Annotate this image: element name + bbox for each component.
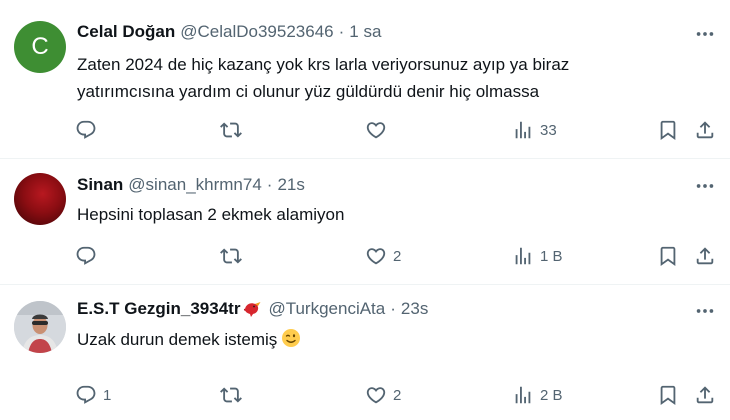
action-bar: 2 1 B bbox=[0, 243, 730, 269]
separator-dot: · bbox=[338, 22, 345, 41]
avatar[interactable] bbox=[14, 301, 66, 353]
tweet-text: Zaten 2024 de hiç kazanç yok krs larla v… bbox=[77, 51, 687, 105]
reply-icon bbox=[75, 119, 97, 141]
user-handle[interactable]: @TurkgenciAta bbox=[268, 298, 385, 320]
bookmark-icon bbox=[657, 384, 679, 406]
bookmark-icon bbox=[657, 245, 679, 267]
display-name[interactable]: E.S.T Gezgin_3934tr bbox=[77, 298, 240, 320]
tweet-text-line: Zaten 2024 de hiç kazanç yok krs larla v… bbox=[77, 55, 570, 74]
more-icon[interactable] bbox=[694, 175, 716, 197]
views-icon bbox=[512, 119, 534, 141]
bookmark-icon bbox=[657, 119, 679, 141]
more-icon[interactable] bbox=[694, 300, 716, 322]
timestamp[interactable]: 23s bbox=[401, 298, 428, 320]
user-handle[interactable]: @CelalDo39523646 bbox=[180, 21, 333, 43]
winking-face-emoji-icon bbox=[281, 328, 301, 348]
bird-emoji-icon bbox=[243, 300, 263, 318]
views-count: 33 bbox=[540, 121, 557, 139]
views-icon bbox=[512, 384, 534, 406]
reply-icon bbox=[75, 245, 97, 267]
share-icon bbox=[694, 119, 716, 141]
tweet-text-line: yatırımcısına yardım ci olunur yüz güldü… bbox=[77, 82, 540, 101]
tweet-header: Sinan @sinan_khrmn74 · 21s bbox=[77, 174, 305, 196]
reply-button[interactable] bbox=[75, 243, 103, 269]
action-bar: 1 2 2 B bbox=[0, 382, 730, 408]
timestamp[interactable]: 1 sa bbox=[349, 21, 381, 43]
views-count: 2 B bbox=[540, 386, 563, 404]
share-button[interactable] bbox=[694, 243, 716, 269]
avatar[interactable] bbox=[14, 173, 66, 225]
retweet-button[interactable] bbox=[220, 382, 248, 408]
more-icon[interactable] bbox=[694, 23, 716, 45]
tweet-1[interactable]: C Celal Doğan @CelalDo39523646 · 1 sa Za… bbox=[0, 0, 730, 159]
separator-dot: · bbox=[390, 299, 396, 318]
tweet-text-body: Uzak durun demek istemiş bbox=[77, 330, 278, 349]
share-button[interactable] bbox=[694, 117, 716, 143]
retweet-icon bbox=[220, 119, 242, 141]
tweet-text: Hepsini toplasan 2 ekmek alamiyon bbox=[77, 205, 345, 224]
display-name[interactable]: Celal Doğan bbox=[77, 21, 175, 43]
timestamp[interactable]: 21s bbox=[277, 174, 304, 196]
like-icon bbox=[365, 384, 387, 406]
avatar-letter: C bbox=[31, 33, 49, 60]
like-icon bbox=[365, 245, 387, 267]
reply-count: 1 bbox=[103, 386, 112, 404]
reply-button[interactable] bbox=[75, 117, 103, 143]
views-button[interactable]: 2 B bbox=[512, 382, 563, 408]
retweet-icon bbox=[220, 384, 242, 406]
like-button[interactable]: 2 bbox=[365, 243, 401, 269]
bookmark-button[interactable] bbox=[657, 117, 679, 143]
like-button[interactable] bbox=[365, 117, 393, 143]
like-icon bbox=[365, 119, 387, 141]
views-count: 1 B bbox=[540, 247, 563, 265]
reply-icon bbox=[75, 384, 97, 406]
share-icon bbox=[694, 384, 716, 406]
separator-dot: · bbox=[266, 175, 273, 194]
avatar[interactable]: C bbox=[14, 21, 66, 73]
like-button[interactable]: 2 bbox=[365, 382, 401, 408]
like-count: 2 bbox=[393, 247, 402, 265]
tweet-header: Celal Doğan @CelalDo39523646 · 1 sa bbox=[77, 21, 381, 43]
user-handle[interactable]: @sinan_khrmn74 bbox=[128, 174, 262, 196]
views-button[interactable]: 33 bbox=[512, 117, 557, 143]
tweet-2[interactable]: Sinan @sinan_khrmn74 · 21s Hepsini topla… bbox=[0, 159, 730, 285]
views-button[interactable]: 1 B bbox=[512, 243, 563, 269]
tweet-3[interactable]: E.S.T Gezgin_3934tr @TurkgenciAta · 23s … bbox=[0, 285, 730, 420]
action-bar: 33 bbox=[0, 117, 730, 143]
avatar-photo bbox=[14, 301, 66, 353]
like-count: 2 bbox=[393, 386, 402, 404]
bookmark-button[interactable] bbox=[657, 382, 679, 408]
retweet-icon bbox=[220, 245, 242, 267]
views-icon bbox=[512, 245, 534, 267]
retweet-button[interactable] bbox=[220, 243, 248, 269]
retweet-button[interactable] bbox=[220, 117, 248, 143]
tweet-header: E.S.T Gezgin_3934tr @TurkgenciAta · 23s bbox=[77, 298, 428, 320]
display-name[interactable]: Sinan bbox=[77, 174, 123, 196]
tweet-text: Uzak durun demek istemiş bbox=[77, 326, 687, 353]
share-button[interactable] bbox=[694, 382, 716, 408]
bookmark-button[interactable] bbox=[657, 243, 679, 269]
share-icon bbox=[694, 245, 716, 267]
reply-button[interactable]: 1 bbox=[75, 382, 111, 408]
